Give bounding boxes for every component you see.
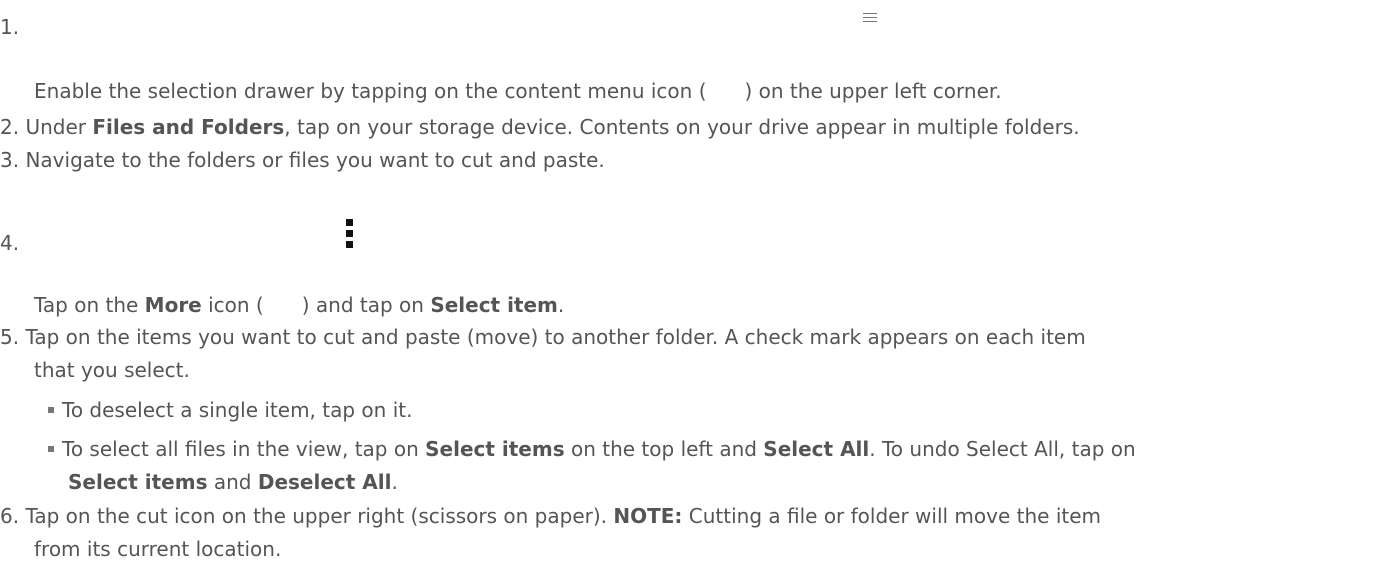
bold-term: Select items (68, 470, 208, 494)
step-number: 6. (0, 504, 20, 528)
step-2: 2. Under Files and Folders, tap on your … (0, 115, 1080, 139)
step-number: 4. (0, 231, 20, 255)
step-1: 1. Enable the selection drawer by tappin… (0, 0, 1375, 139)
bullet-icon (48, 445, 54, 452)
vertical-more-icon (346, 219, 353, 249)
step-number: 3. (0, 148, 20, 172)
step-4: Tap on the More icon () and tap on Selec… (34, 293, 565, 317)
step-5: 5. Tap on the items you want to cut and … (0, 321, 1086, 353)
bullet-icon (48, 406, 54, 413)
bold-term: Files and Folders (92, 115, 285, 139)
bold-term: Select All (763, 437, 870, 461)
step-number: 2. (0, 115, 20, 139)
step-text-continued: from its current location. (34, 537, 282, 561)
bold-term: Select items (425, 437, 565, 461)
step-6: 6. Tap on the cut icon on the upper righ… (0, 504, 1102, 528)
list-item-continued: Select items and Deselect All. (68, 470, 398, 494)
list-item: To deselect a single item, tap on it. (48, 394, 412, 426)
instruction-list: 1. Enable the selection drawer by tappin… (0, 0, 1375, 561)
step-3: 3. Navigate to the folders or files you … (0, 144, 605, 176)
step-text-continued: that you select. (34, 358, 190, 382)
list-item: To select all files in the view, tap on … (48, 433, 1136, 465)
step-text: Tap on the items you want to cut and pas… (25, 325, 1086, 349)
step-number: 1. (0, 15, 20, 39)
bold-term: Deselect All (257, 470, 392, 494)
bold-term: Select item (430, 293, 558, 317)
step-text: Enable the selection drawer by tapping o… (34, 79, 1002, 103)
bold-term: More (144, 293, 202, 317)
step-text: Navigate to the folders or files you wan… (25, 148, 605, 172)
bold-term: NOTE: (613, 504, 683, 528)
step-number: 5. (0, 325, 20, 349)
hamburger-menu-icon (863, 13, 877, 22)
